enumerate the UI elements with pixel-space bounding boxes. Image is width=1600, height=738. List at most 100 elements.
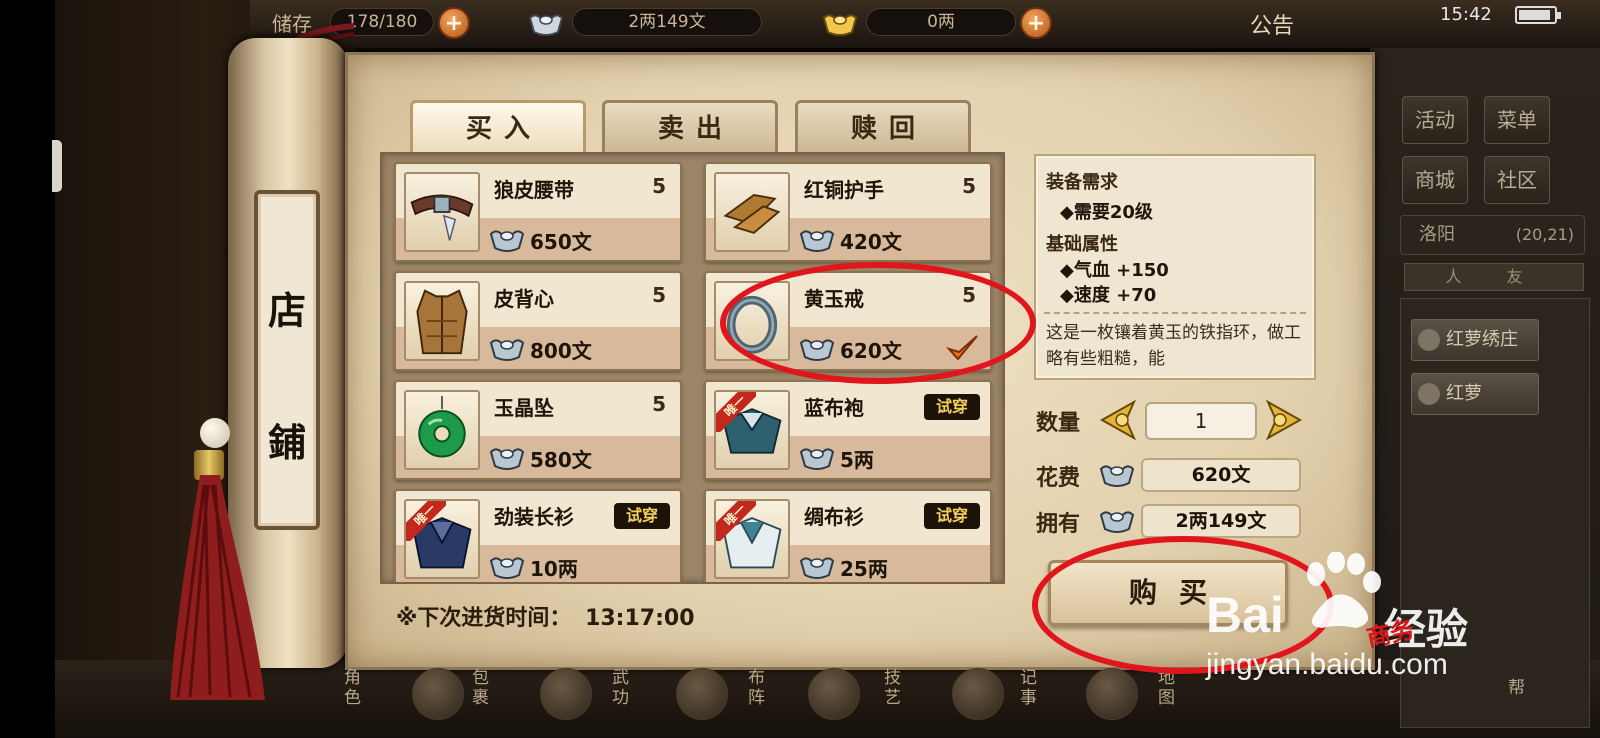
cost-label: 花费 — [1036, 465, 1081, 491]
dock-craft-label[interactable]: 技艺 — [884, 668, 906, 708]
silver-ingot-icon — [799, 230, 835, 252]
vest-icon — [404, 281, 480, 361]
owned-value: 2两149文 — [1141, 504, 1301, 538]
try-on-button[interactable]: 试穿 — [924, 503, 980, 529]
notice-button[interactable]: 公告 — [1250, 8, 1294, 40]
attribute-speed: ◆速度 +70 — [1060, 285, 1157, 306]
unique-badge-label: 唯一 — [716, 392, 756, 432]
decrease-quantity-icon[interactable] — [1098, 398, 1138, 442]
item-name: 玉晶坠 — [494, 396, 554, 420]
try-on-button[interactable]: 试穿 — [924, 394, 980, 420]
menu-button[interactable]: 菜单 — [1484, 96, 1550, 144]
npc-item-shop[interactable]: 红萝绣庄 — [1411, 319, 1539, 361]
location-name: 洛阳 — [1419, 224, 1455, 245]
belt-icon — [404, 172, 480, 252]
item-price: 650文 — [530, 230, 592, 254]
map-icon[interactable] — [1086, 668, 1138, 720]
silver-money: 2两149文 — [572, 8, 762, 36]
battery-fill — [1519, 10, 1550, 20]
shop-item[interactable]: 玉晶坠 5 580文 — [394, 380, 682, 480]
left-edge-tab[interactable] — [52, 140, 62, 192]
status-time: 15:42 — [1440, 4, 1492, 25]
gold-add-button[interactable]: + — [1020, 7, 1052, 39]
npc-shop-label: 红萝绣庄 — [1446, 329, 1518, 350]
item-description: 这是一枚镶着黄玉的铁指环，做工略有些粗糙，能 — [1046, 323, 1301, 369]
mall-button[interactable]: 商城 — [1402, 156, 1468, 204]
item-name: 红铜护手 — [804, 178, 884, 202]
attribute-hp: ◆气血 +150 — [1060, 260, 1169, 281]
shop-item[interactable]: 皮背心 5 800文 — [394, 271, 682, 371]
item-level: 5 — [652, 392, 666, 416]
watermark-brand: Bai — [1206, 587, 1284, 643]
dock-map-label[interactable]: 地图 — [1158, 668, 1180, 708]
item-name: 劲装长衫 — [494, 505, 574, 529]
item-price: 800文 — [530, 339, 592, 363]
dock-guild-label[interactable]: 帮 — [1508, 678, 1530, 698]
journal-icon[interactable] — [952, 668, 1004, 720]
item-price: 25两 — [840, 557, 888, 581]
unique-badge: 唯一 — [716, 392, 756, 432]
restock-label: ※下次进货时间： — [396, 606, 572, 631]
requirement-level: ◆需要20级 — [1060, 202, 1153, 223]
unique-badge: 唯一 — [406, 501, 446, 541]
item-level: 5 — [962, 174, 976, 198]
silk-shirt-icon: 唯一 — [714, 499, 790, 579]
requirement-heading: 装备需求 — [1046, 172, 1118, 193]
quantity-input[interactable]: 1 — [1145, 402, 1257, 440]
silver-ingot-icon — [799, 448, 835, 470]
try-on-button[interactable]: 试穿 — [614, 503, 670, 529]
blue-robe-icon: 唯一 — [714, 390, 790, 470]
owned-label: 拥有 — [1036, 511, 1081, 537]
tab-sell[interactable]: 卖出 — [602, 100, 778, 158]
item-price: 5两 — [840, 448, 874, 472]
storage-add-button[interactable]: + — [438, 7, 470, 39]
item-name: 皮背心 — [494, 287, 554, 311]
unique-badge: 唯一 — [716, 501, 756, 541]
location-coords: (20,21) — [1515, 225, 1574, 244]
location-display[interactable]: 洛阳 (20,21) — [1400, 215, 1585, 255]
item-name: 蓝布袍 — [804, 396, 864, 420]
book-icon[interactable] — [540, 668, 592, 720]
item-name: 绸布衫 — [804, 505, 864, 529]
increase-quantity-icon[interactable] — [1264, 398, 1304, 442]
craft-icon[interactable] — [808, 668, 860, 720]
shop-item[interactable]: 唯一 劲装长衫 试穿 10两 — [394, 489, 682, 582]
detail-divider — [1044, 312, 1306, 314]
battery-icon — [1515, 6, 1561, 24]
item-level: 5 — [652, 283, 666, 307]
jade-pendant-icon — [404, 390, 480, 470]
shop-item[interactable]: 唯一 蓝布袍 试穿 5两 — [704, 380, 992, 480]
shop-item[interactable]: 唯一 绸布衫 试穿 25两 — [704, 489, 992, 582]
dock-bag-label[interactable]: 包裹 — [472, 668, 494, 708]
top-status-bar: 储存 178/180 + 2两149文 0两 + — [250, 0, 1600, 48]
tab-buy[interactable]: 买入 — [410, 100, 586, 158]
item-detail-panel[interactable]: 装备需求 ◆需要20级 基础属性 ◆气血 +150 ◆速度 +70 这是一枚镶着… — [1034, 154, 1316, 380]
restock-time: ※下次进货时间： 13:17:00 — [396, 600, 695, 632]
shop-item[interactable]: 红铜护手 5 420文 — [704, 162, 992, 262]
dock-skill-label[interactable]: 武功 — [612, 668, 634, 708]
formation-icon[interactable] — [676, 668, 728, 720]
tab-redeem[interactable]: 赎回 — [795, 100, 971, 158]
shop-item[interactable]: 狼皮腰带 5 650文 — [394, 162, 682, 262]
community-button[interactable]: 社区 — [1484, 156, 1550, 204]
gauntlet-icon — [714, 172, 790, 252]
dock-role-label[interactable]: 角色 — [344, 668, 366, 708]
silver-ingot-icon — [1099, 465, 1135, 487]
mini-tabs[interactable]: 人 友 — [1404, 263, 1584, 291]
activity-button[interactable]: 活动 — [1402, 96, 1468, 144]
watermark-url: jingyan.baidu.com — [1206, 648, 1448, 681]
dock-journal-label[interactable]: 记事 — [1020, 668, 1042, 708]
item-price: 580文 — [530, 448, 592, 472]
item-name: 狼皮腰带 — [494, 178, 574, 202]
item-price: 420文 — [840, 230, 902, 254]
unique-badge-label: 唯一 — [716, 501, 756, 541]
silver-ingot-icon — [489, 557, 525, 579]
npc-item-person[interactable]: 红萝 — [1411, 373, 1539, 415]
item-price: 10两 — [530, 557, 578, 581]
dock-formation-label[interactable]: 布阵 — [748, 668, 770, 708]
silver-ingot-icon — [489, 339, 525, 361]
bag-icon[interactable] — [412, 668, 464, 720]
annotation-circle-ring — [720, 262, 1036, 384]
quantity-label: 数量 — [1036, 410, 1081, 436]
silver-ingot-icon — [799, 557, 835, 579]
